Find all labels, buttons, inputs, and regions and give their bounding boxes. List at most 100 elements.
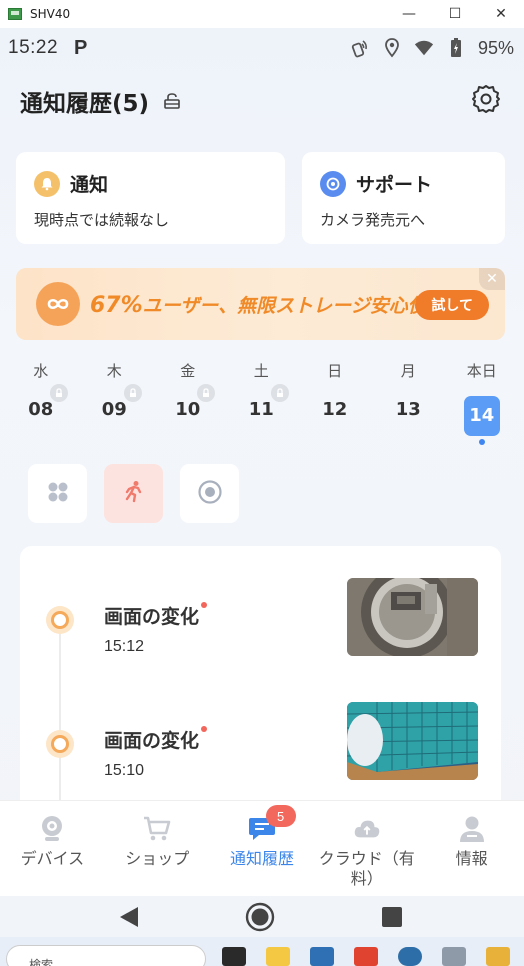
location-icon	[382, 38, 402, 58]
page-header: 通知履歴(5)	[20, 85, 183, 117]
tab-shop[interactable]: ショップ	[105, 801, 210, 896]
window-title: SHV40	[30, 7, 71, 21]
maximize-button[interactable]: ☐	[432, 0, 478, 28]
app-icon-3[interactable]	[486, 947, 510, 966]
event-filters	[28, 464, 239, 523]
record-icon	[197, 479, 223, 509]
close-button[interactable]: ✕	[478, 0, 524, 28]
person-icon	[458, 815, 486, 843]
day-number: 11	[248, 399, 274, 420]
tab-devices[interactable]: デバイス	[0, 801, 105, 896]
store-icon[interactable]	[310, 947, 334, 966]
tab-label: 情報	[455, 849, 488, 868]
tab-info[interactable]: 情報	[419, 801, 524, 896]
card-title: サポート	[356, 174, 433, 196]
day-item[interactable]: 土 11	[225, 360, 299, 450]
promo-banner[interactable]: 67%ユーザー、無限ストレージ安心使う 試して ✕	[16, 268, 505, 340]
notification-badge: 5	[265, 805, 296, 827]
lock-icon	[197, 384, 215, 402]
day-number: 13	[395, 399, 421, 420]
day-item-today[interactable]: 本日 14	[445, 360, 519, 450]
event-title: 画面の変化	[104, 726, 208, 753]
parking-icon: P	[74, 36, 88, 59]
today-indicator	[478, 439, 485, 445]
back-icon[interactable]	[114, 902, 144, 932]
day-number: 08	[28, 399, 54, 420]
tab-label: ショップ	[125, 849, 190, 868]
day-number: 12	[322, 399, 348, 420]
promo-text: 67%ユーザー、無限ストレージ安心使う	[90, 291, 446, 318]
day-number: 10	[175, 399, 201, 420]
day-item[interactable]: 木 09	[78, 360, 152, 450]
status-bar: 15:22 P 95%	[0, 28, 524, 68]
unread-dot	[201, 726, 208, 732]
gear-icon[interactable]	[470, 83, 502, 115]
event-thumbnail[interactable]	[347, 578, 478, 656]
day-weekday: 本日	[466, 362, 497, 380]
infinity-cloud-icon	[36, 282, 80, 326]
list-item[interactable]: 画面の変化 15:10	[20, 702, 501, 782]
motion-person-icon	[122, 480, 146, 508]
windows-taskbar: 検索	[0, 937, 524, 966]
lock-icon	[270, 384, 289, 402]
timeline-dot	[46, 730, 74, 758]
day-weekday: 金	[180, 362, 196, 380]
list-item[interactable]: 画面の変化 15:12	[20, 578, 501, 658]
unread-dot	[201, 602, 208, 608]
promo-percent: 67%	[90, 292, 143, 318]
promo-message: ユーザー、無限ストレージ安心使う	[142, 294, 446, 317]
page-title: 通知履歴(5)	[20, 91, 150, 117]
filter-record[interactable]	[180, 464, 239, 523]
event-title: 画面の変化	[104, 602, 208, 629]
event-thumbnail[interactable]	[347, 702, 478, 780]
filter-motion[interactable]	[104, 464, 163, 523]
bottom-tab-bar: デバイス ショップ 5 通知履歴 クラウド（有料） 情報	[0, 800, 524, 896]
event-title-text: 画面の変化	[104, 606, 200, 628]
lock-icon	[123, 384, 142, 402]
brave-icon[interactable]	[354, 947, 378, 966]
browser-icon[interactable]	[398, 947, 422, 966]
window-title-bar: SHV40 — ☐ ✕	[0, 0, 524, 28]
tab-cloud[interactable]: クラウド（有料）	[314, 801, 419, 896]
date-selector: 水 08 木 09 金 10 土 11 日 12 月 13 本日 14	[4, 360, 520, 450]
notification-card[interactable]: 通知 現時点では続報なし	[16, 152, 285, 244]
day-item[interactable]: 月 13	[372, 360, 446, 450]
support-icon	[320, 170, 346, 197]
day-weekday: 月	[400, 362, 416, 380]
minimize-button[interactable]: —	[386, 0, 432, 28]
day-weekday: 土	[253, 362, 269, 380]
home-icon[interactable]	[245, 902, 275, 932]
lock-icon[interactable]	[161, 90, 183, 112]
day-item[interactable]: 金 10	[151, 360, 225, 450]
phone-screen: 15:22 P 95% 通知履歴(5) 通知 現時点では続報なし サポート カメ…	[0, 28, 524, 937]
folder-icon[interactable]	[266, 947, 290, 966]
card-title: 通知	[70, 174, 109, 196]
day-weekday: 木	[106, 362, 122, 380]
event-time: 15:10	[104, 762, 145, 779]
battery-icon	[446, 38, 466, 58]
wifi-icon	[414, 38, 434, 58]
cloud-icon	[353, 815, 381, 843]
tab-label: デバイス	[20, 849, 85, 868]
filter-all[interactable]	[28, 464, 87, 523]
day-item[interactable]: 日 12	[298, 360, 372, 450]
tab-label: 通知履歴	[229, 849, 294, 868]
tab-notifications[interactable]: 5 通知履歴	[210, 801, 315, 896]
promo-close-icon[interactable]: ✕	[479, 268, 505, 290]
lock-icon	[50, 384, 68, 402]
taskbar-search-text: 検索	[29, 958, 54, 966]
timeline-dot	[46, 606, 74, 634]
status-time: 15:22	[8, 37, 59, 58]
nfc-icon	[350, 38, 370, 58]
support-card[interactable]: サポート カメラ発売元へ	[302, 152, 505, 244]
taskbar-search[interactable]: 検索	[6, 945, 206, 966]
grid-icon	[46, 480, 70, 508]
system-nav-bar	[0, 896, 524, 937]
task-view-icon[interactable]	[222, 947, 246, 966]
camera-icon	[38, 815, 66, 843]
promo-try-button[interactable]: 試して	[415, 290, 489, 320]
day-item[interactable]: 水 08	[4, 360, 78, 450]
recents-icon[interactable]	[377, 902, 407, 932]
app-icon-2[interactable]	[442, 947, 466, 966]
app-icon	[8, 8, 22, 20]
